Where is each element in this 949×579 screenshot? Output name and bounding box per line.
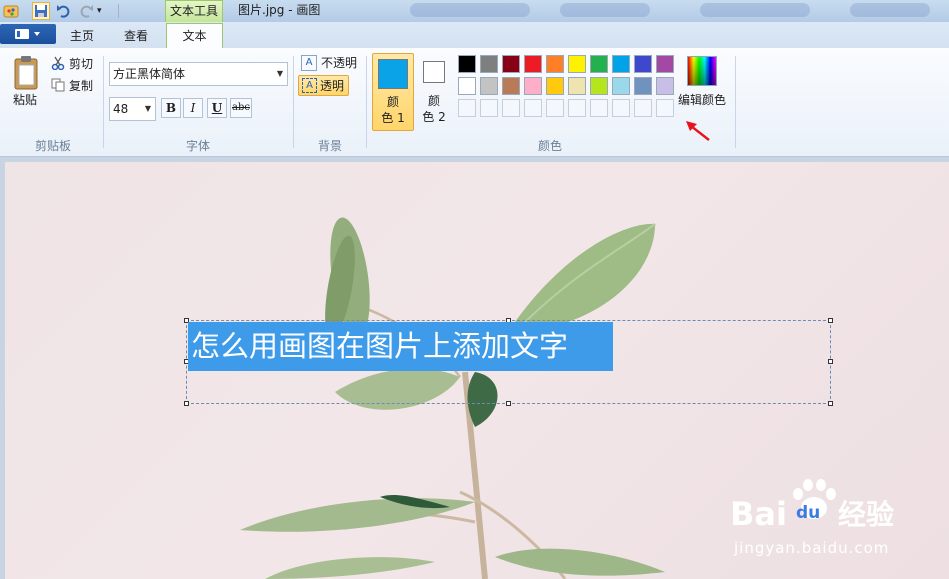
divider [293, 56, 294, 148]
palette-swatch[interactable] [568, 55, 586, 73]
palette-swatch[interactable] [634, 77, 652, 95]
palette-swatch[interactable] [612, 77, 630, 95]
redo-icon[interactable] [77, 2, 95, 20]
palette-swatch[interactable] [546, 77, 564, 95]
selected-text[interactable]: 怎么用画图在图片上添加文字 [188, 322, 613, 371]
watermark: Bai du 经验 jingyan.baidu.com [730, 478, 940, 578]
strikethrough-button[interactable]: abc [230, 98, 252, 118]
title-bar [0, 0, 949, 22]
blurred-taskbar [410, 3, 530, 17]
scissors-icon[interactable] [51, 56, 65, 71]
color2-label: 颜 [427, 94, 440, 108]
undo-icon[interactable] [55, 2, 73, 20]
palette-swatch[interactable] [546, 55, 564, 73]
color1-swatch [378, 59, 408, 89]
palette-swatch[interactable] [634, 55, 652, 73]
palette-swatch[interactable] [502, 55, 520, 73]
palette-swatch[interactable] [656, 55, 674, 73]
file-menu-button[interactable] [0, 24, 56, 44]
chevron-down-icon: ▼ [144, 104, 151, 113]
color1-label: 颜 [386, 95, 399, 109]
palette-empty-slot[interactable] [634, 99, 652, 117]
palette-swatch[interactable] [590, 55, 608, 73]
palette-swatch[interactable] [568, 77, 586, 95]
resize-handle[interactable] [828, 401, 833, 406]
transparent-label: 透明 [320, 79, 345, 93]
palette-swatch[interactable] [612, 55, 630, 73]
resize-handle[interactable] [184, 401, 189, 406]
color2-label-number: 色 2 [422, 110, 446, 124]
resize-handle[interactable] [506, 401, 511, 406]
blurred-taskbar [560, 3, 650, 17]
palette-empty-slot[interactable] [612, 99, 630, 117]
font-family-dropdown[interactable]: 方正黑体简体 ▼ [109, 62, 288, 86]
palette-swatch[interactable] [480, 55, 498, 73]
color2-button[interactable]: 颜 色 2 [418, 53, 450, 131]
copy-icon[interactable] [51, 78, 65, 92]
cut-button[interactable]: 剪切 [69, 56, 93, 72]
palette-empty-slot[interactable] [656, 99, 674, 117]
group-label-clipboard: 剪贴板 [34, 139, 71, 153]
watermark-du: du [796, 503, 821, 523]
rainbow-icon[interactable] [687, 56, 717, 86]
font-size-value: 48 [113, 102, 129, 116]
palette-empty-slot[interactable] [480, 99, 498, 117]
paste-button[interactable]: 粘贴 [13, 92, 37, 108]
color1-button[interactable]: 颜 色 1 [372, 53, 414, 131]
file-menu-icon [15, 29, 40, 39]
palette-empty-slot[interactable] [502, 99, 520, 117]
palette-swatch[interactable] [656, 77, 674, 95]
italic-button[interactable]: I [183, 98, 203, 118]
palette-swatch[interactable] [524, 55, 542, 73]
chevron-down-icon: ▼ [276, 69, 283, 78]
tab-view[interactable]: 查看 [114, 26, 158, 48]
divider [735, 56, 736, 148]
resize-handle[interactable] [828, 359, 833, 364]
palette-swatch[interactable] [524, 77, 542, 95]
blurred-taskbar [700, 3, 810, 17]
palette-swatch[interactable] [458, 55, 476, 73]
group-label-background: 背景 [317, 139, 342, 153]
watermark-brand-suffix: 经验 [838, 498, 895, 531]
group-label-font: 字体 [185, 139, 210, 153]
palette-swatch[interactable] [502, 77, 520, 95]
watermark-url: jingyan.baidu.com [734, 539, 890, 557]
divider [118, 4, 119, 18]
bold-button[interactable]: B [161, 98, 181, 118]
group-label-colors: 颜色 [537, 139, 562, 153]
color1-label-number: 色 1 [381, 111, 405, 125]
color2-swatch [423, 61, 445, 83]
palette-empty-slot[interactable] [568, 99, 586, 117]
transparent-icon: A [302, 78, 317, 93]
palette-empty-slot[interactable] [458, 99, 476, 117]
palette-empty-slot[interactable] [546, 99, 564, 117]
resize-handle[interactable] [828, 318, 833, 323]
underline-button[interactable]: U [207, 98, 227, 118]
font-family-value: 方正黑体简体 [113, 67, 186, 81]
divider [103, 56, 104, 148]
tab-home[interactable]: 主页 [62, 26, 102, 48]
palette-swatch[interactable] [480, 77, 498, 95]
copy-button[interactable]: 复制 [69, 78, 93, 94]
watermark-brand: Bai [730, 495, 787, 533]
palette-empty-slot[interactable] [590, 99, 608, 117]
palette-swatch[interactable] [590, 77, 608, 95]
context-tab-text-tools: 文本工具 [165, 0, 223, 22]
window-title: 图片.jpg - 画图 [238, 3, 321, 17]
opaque-button[interactable]: 不透明 [321, 55, 357, 71]
palette-swatch[interactable] [458, 77, 476, 95]
transparent-button[interactable]: A 透明 [298, 75, 349, 96]
tab-text[interactable]: 文本 [166, 23, 223, 49]
opaque-icon[interactable]: A [301, 55, 317, 71]
palette-empty-slot[interactable] [524, 99, 542, 117]
font-size-dropdown[interactable]: 48 ▼ [109, 97, 156, 121]
blurred-taskbar [850, 3, 930, 17]
divider [366, 56, 367, 148]
edit-colors-button[interactable]: 编辑颜色 [678, 92, 726, 108]
paint-app-icon[interactable] [2, 2, 20, 20]
red-arrow-annotation [683, 118, 713, 144]
quick-access-dropdown-icon[interactable]: ▾ [97, 2, 115, 20]
paste-icon[interactable] [10, 55, 44, 93]
save-icon[interactable] [32, 2, 50, 20]
